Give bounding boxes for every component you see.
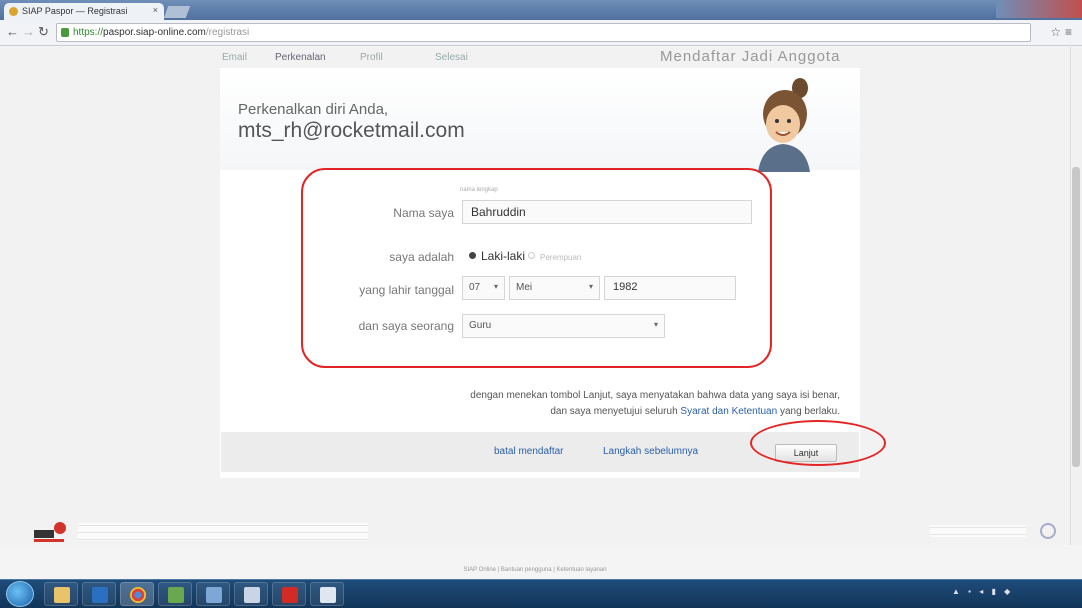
terms-link[interactable]: Syarat dan Ketentuan [680, 406, 777, 417]
reload-icon[interactable]: ↻ [38, 24, 49, 40]
step-profil: Profil [360, 52, 383, 63]
terms-line-2-post: yang berlaku. [779, 406, 840, 417]
scrollbar-thumb[interactable] [1072, 167, 1080, 467]
url-host: paspor.siap-online.com [103, 27, 206, 38]
footer-links[interactable]: SIAP Online | Bantuan pengguna | Ketentu… [355, 567, 715, 573]
pencil-icon [244, 587, 260, 603]
footer-version-text [930, 525, 1026, 537]
page-title: Mendaftar Jadi Anggota [660, 48, 841, 65]
step-perkenalan: Perkenalan [275, 52, 326, 63]
tab-title: SIAP Paspor — Registrasi [22, 6, 128, 16]
document-icon [206, 587, 222, 603]
taskbar-chrome[interactable] [120, 582, 154, 606]
window-controls[interactable] [996, 0, 1082, 18]
url-scheme: https:// [73, 27, 104, 38]
chrome-icon [130, 587, 146, 603]
favicon-icon [9, 7, 18, 16]
globe-icon[interactable] [1040, 523, 1056, 539]
url-path: /registrasi [205, 27, 250, 38]
terms-line-2: dan saya menyetujui seluruh Syarat dan K… [300, 404, 840, 420]
annotation-highlight-form [301, 168, 772, 368]
intro-email: mts_rh@rocketmail.com [238, 119, 465, 142]
app-icon [168, 587, 184, 603]
folder-icon [54, 587, 70, 603]
annotation-highlight-next [750, 420, 886, 466]
terms-text: dengan menekan tombol Lanjut, saya menya… [300, 388, 840, 420]
taskbar-documents[interactable] [196, 582, 230, 606]
taskbar-edit[interactable] [234, 582, 268, 606]
terms-line-2-pre: dan saya menyetujui seluruh [550, 406, 678, 417]
browser-tabstrip: SIAP Paspor — Registrasi × [0, 0, 1082, 20]
taskbar-explorer[interactable] [44, 582, 78, 606]
browser-toolbar: ← → ↻ https://paspor.siap-online.com/reg… [0, 20, 1082, 46]
close-tab-icon[interactable]: × [153, 5, 158, 15]
address-bar[interactable]: https://paspor.siap-online.com/registras… [56, 23, 1031, 42]
siap-logo-icon [34, 522, 66, 542]
avatar-illustration-icon [758, 78, 810, 172]
terms-line-1: dengan menekan tombol Lanjut, saya menya… [470, 390, 840, 401]
back-arrow-icon[interactable]: ← [6, 24, 19, 39]
media-icon [92, 587, 108, 603]
browser-menu-icon[interactable]: ☆≡ [1050, 25, 1076, 39]
pdf-icon [282, 587, 298, 603]
footer-copyright-text [78, 523, 368, 541]
previous-step-link[interactable]: Langkah sebelumnya [603, 446, 698, 457]
taskbar-screenshot[interactable] [310, 582, 344, 606]
system-tray-icons[interactable]: ▲ ▪ ◂ ▮ ◆ [952, 587, 1013, 596]
browser-tab[interactable]: SIAP Paspor — Registrasi × [4, 3, 164, 20]
intro-banner: Perkenalkan diri Anda, mts_rh@rocketmail… [220, 68, 860, 172]
forward-arrow-icon[interactable]: → [22, 24, 35, 39]
taskbar-media[interactable] [82, 582, 116, 606]
intro-greeting: Perkenalkan diri Anda, [238, 101, 389, 118]
taskbar-app[interactable] [158, 582, 192, 606]
scrollbar[interactable] [1070, 47, 1082, 545]
screenshot-icon [320, 587, 336, 603]
new-tab-button[interactable] [163, 6, 191, 18]
taskbar-pdf[interactable] [272, 582, 306, 606]
lock-icon [61, 28, 69, 37]
step-email: Email [222, 52, 248, 63]
cancel-registration-link[interactable]: batal mendaftar [494, 446, 564, 457]
start-button[interactable] [6, 581, 34, 607]
step-selesai: Selesai [435, 52, 468, 63]
